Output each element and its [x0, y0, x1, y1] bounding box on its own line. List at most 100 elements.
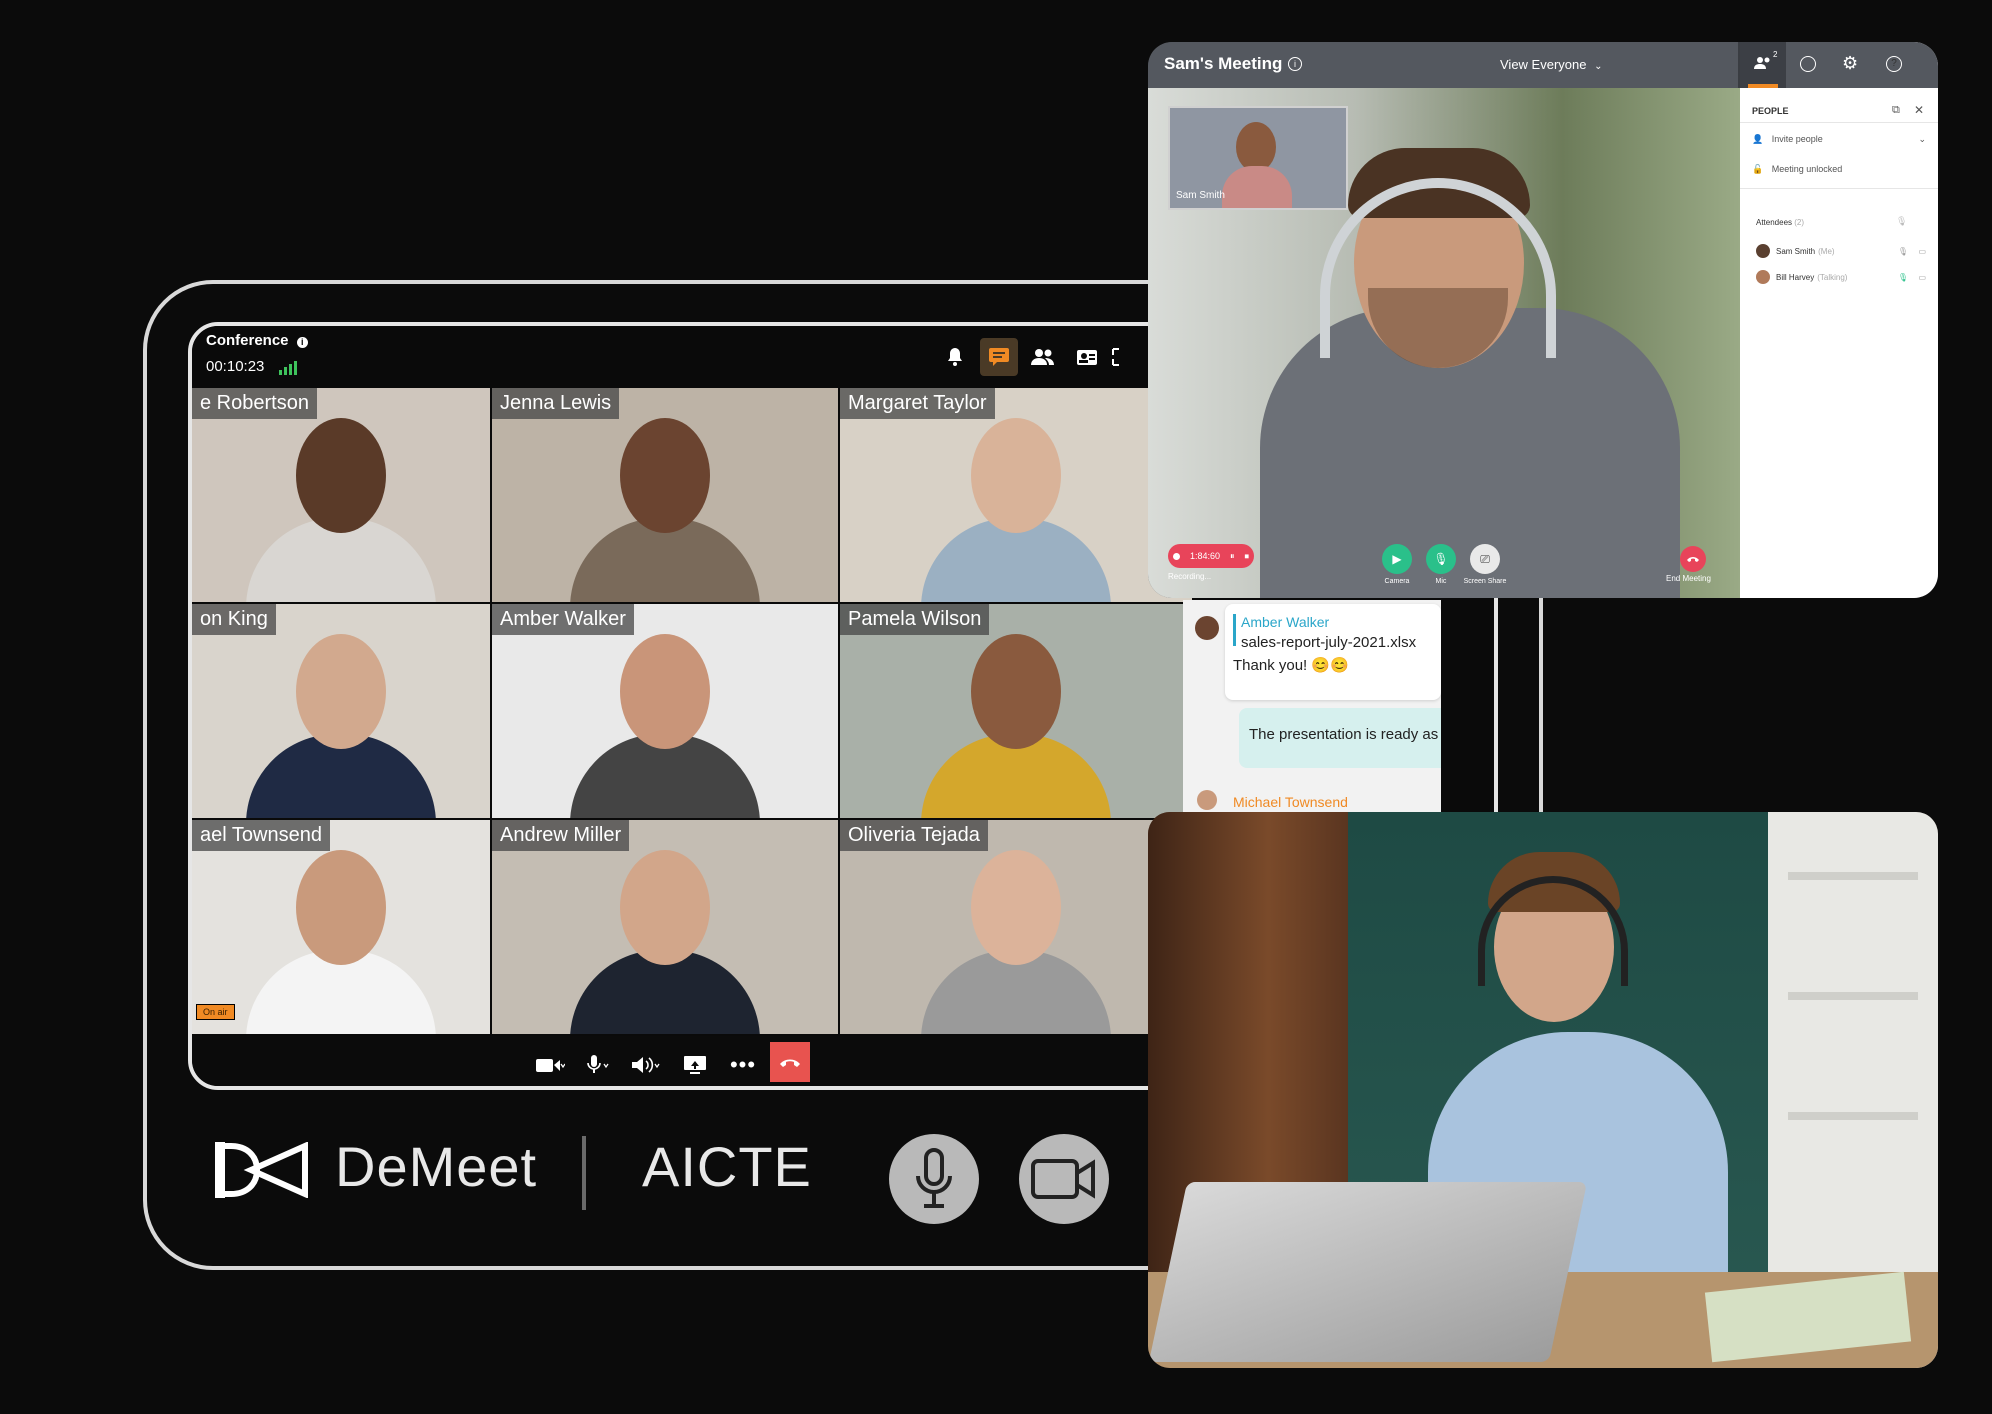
conference-title-row: Conference i: [206, 332, 308, 349]
avatar: [1197, 790, 1217, 810]
help-icon[interactable]: ?: [1886, 56, 1902, 72]
add-user-icon: 👤: [1752, 134, 1764, 144]
control-label: Screen Share: [1463, 578, 1507, 585]
participant-name: Jenna Lewis: [492, 388, 620, 419]
end-meeting-label: End Meeting: [1666, 574, 1711, 583]
chat-message-self: The presentation is ready as: [1239, 708, 1441, 768]
on-air-badge: On air: [196, 1004, 235, 1020]
meeting-window: Sam Smith 1:84:60 ⏸ ⏹ Recording... ▶ Came…: [1148, 42, 1938, 598]
chat-file[interactable]: sales-report-july-2021.xlsx: [1241, 634, 1416, 651]
more-icon[interactable]: •••: [726, 1048, 760, 1082]
participant-tile[interactable]: Jenna Lewis: [492, 388, 838, 602]
chat-text: The presentation is ready as: [1249, 726, 1439, 743]
camera-button[interactable]: ▶: [1382, 544, 1412, 574]
gear-icon[interactable]: ⚙: [1842, 53, 1858, 74]
participant-grid: e Robertson Jenna Lewis Margaret Taylor on …: [192, 388, 1192, 1036]
invite-people-label: Invite people: [1771, 134, 1823, 144]
people-icon[interactable]: [1024, 338, 1062, 376]
close-icon[interactable]: ✕: [1914, 103, 1924, 117]
participant-face: [971, 418, 1061, 533]
photo-man-at-laptop: [1148, 812, 1938, 1368]
info-icon[interactable]: i: [1288, 57, 1302, 71]
participant-face: [296, 850, 386, 965]
mic-icon: [916, 1148, 952, 1208]
participant-face: [971, 850, 1061, 965]
participant-tile[interactable]: Pamela Wilson: [840, 604, 1192, 818]
attendee-tag: (Me): [1818, 246, 1835, 256]
screen-share-icon: ⎚: [1480, 551, 1490, 566]
avatar: [1195, 616, 1219, 640]
end-meeting-button[interactable]: [1680, 546, 1706, 572]
avatar: [1756, 270, 1770, 284]
attendees-count: (2): [1794, 218, 1805, 227]
view-selector-label: View Everyone: [1500, 57, 1587, 72]
camera-icon: [1031, 1159, 1095, 1199]
pause-icon[interactable]: ⏸: [1230, 551, 1235, 562]
participant-name: Andrew Miller: [492, 820, 630, 851]
attendees-label: Attendees: [1756, 218, 1793, 227]
conference-timer: 00:10:23: [206, 358, 265, 375]
demeet-logo: [215, 1141, 309, 1203]
mic-button[interactable]: 🎙: [1426, 544, 1456, 574]
chat-message: Amber Walker sales-report-july-2021.xlsx…: [1225, 604, 1441, 700]
people-icon: [1754, 57, 1770, 69]
participant-name: Pamela Wilson: [840, 604, 990, 635]
people-badge: 2: [1773, 50, 1778, 59]
popout-icon[interactable]: ⧉: [1892, 104, 1900, 117]
hangup-icon[interactable]: [770, 1042, 810, 1082]
info-icon[interactable]: i: [296, 337, 308, 348]
attendee-row[interactable]: Bill Harvey (Talking) 🎙 ▭: [1756, 264, 1932, 290]
participant-face: [296, 634, 386, 749]
participant-tile[interactable]: e Robertson: [192, 388, 490, 602]
screen-share-button[interactable]: ⎚: [1470, 544, 1500, 574]
recording-pill[interactable]: 1:84:60 ⏸ ⏹: [1168, 544, 1254, 568]
mic-icon[interactable]: [580, 1048, 616, 1082]
participant-tile[interactable]: on King: [192, 604, 490, 818]
participant-face: [620, 634, 710, 749]
speaker-icon[interactable]: [626, 1048, 666, 1082]
conference-title: Conference: [206, 332, 289, 349]
bell-icon[interactable]: [936, 338, 974, 376]
tab-chat[interactable]: [1800, 56, 1816, 72]
laptop: [1148, 1182, 1588, 1362]
meeting-header: Sam's Meeting i View Everyone ⌄: [1148, 42, 1738, 88]
mic-icon[interactable]: 🎙: [1898, 247, 1908, 256]
participant-tile[interactable]: Andrew Miller: [492, 820, 838, 1034]
participant-name: on King: [192, 604, 276, 635]
meeting-title: Sam's Meeting: [1164, 54, 1283, 73]
chat-icon[interactable]: [980, 338, 1018, 376]
meeting-lock-label: Meeting unlocked: [1771, 164, 1843, 174]
signal-icon: [277, 358, 297, 375]
video-icon[interactable]: [530, 1048, 570, 1082]
tab-people[interactable]: 2: [1740, 42, 1786, 88]
view-selector[interactable]: View Everyone ⌄: [1500, 57, 1603, 72]
participant-name: Margaret Taylor: [840, 388, 995, 419]
invite-people-row[interactable]: 👤 Invite people ⌄: [1752, 134, 1932, 145]
self-view[interactable]: Sam Smith: [1168, 106, 1348, 210]
participant-face: [620, 850, 710, 965]
participant-tile[interactable]: Margaret Taylor: [840, 388, 1192, 602]
chevron-down-icon: ⌄: [1594, 61, 1603, 72]
camera-icon[interactable]: ▭: [1918, 273, 1926, 282]
mic-icon[interactable]: 🎙: [1896, 216, 1907, 227]
recording-time: 1:84:60: [1189, 551, 1220, 561]
camera-icon[interactable]: ▭: [1918, 247, 1926, 256]
meeting-lock-row[interactable]: 🔓 Meeting unlocked: [1752, 164, 1842, 175]
camera-button[interactable]: [1019, 1134, 1109, 1224]
mic-button[interactable]: [889, 1134, 979, 1224]
record-dot-icon: [1172, 552, 1180, 560]
participant-face: [620, 418, 710, 533]
participant-tile[interactable]: Amber Walker: [492, 604, 838, 818]
contacts-icon[interactable]: [1068, 338, 1106, 376]
conference-timer-row: 00:10:23: [206, 358, 297, 375]
participant-tile[interactable]: ael Townsend On air: [192, 820, 490, 1034]
mic-icon: 🎙: [1433, 552, 1449, 566]
fullscreen-icon[interactable]: [1108, 338, 1128, 376]
stop-icon[interactable]: ⏹: [1244, 551, 1249, 562]
attendee-row[interactable]: Sam Smith (Me) 🎙 ▭: [1756, 238, 1932, 264]
control-label: Mic: [1435, 578, 1447, 585]
meeting-controls: ▶ Camera 🎙 Mic ⎚ Screen Share: [1382, 544, 1512, 594]
mic-icon[interactable]: 🎙: [1898, 273, 1908, 282]
participant-tile[interactable]: Oliveria Tejada: [840, 820, 1192, 1034]
share-screen-icon[interactable]: [678, 1048, 712, 1082]
